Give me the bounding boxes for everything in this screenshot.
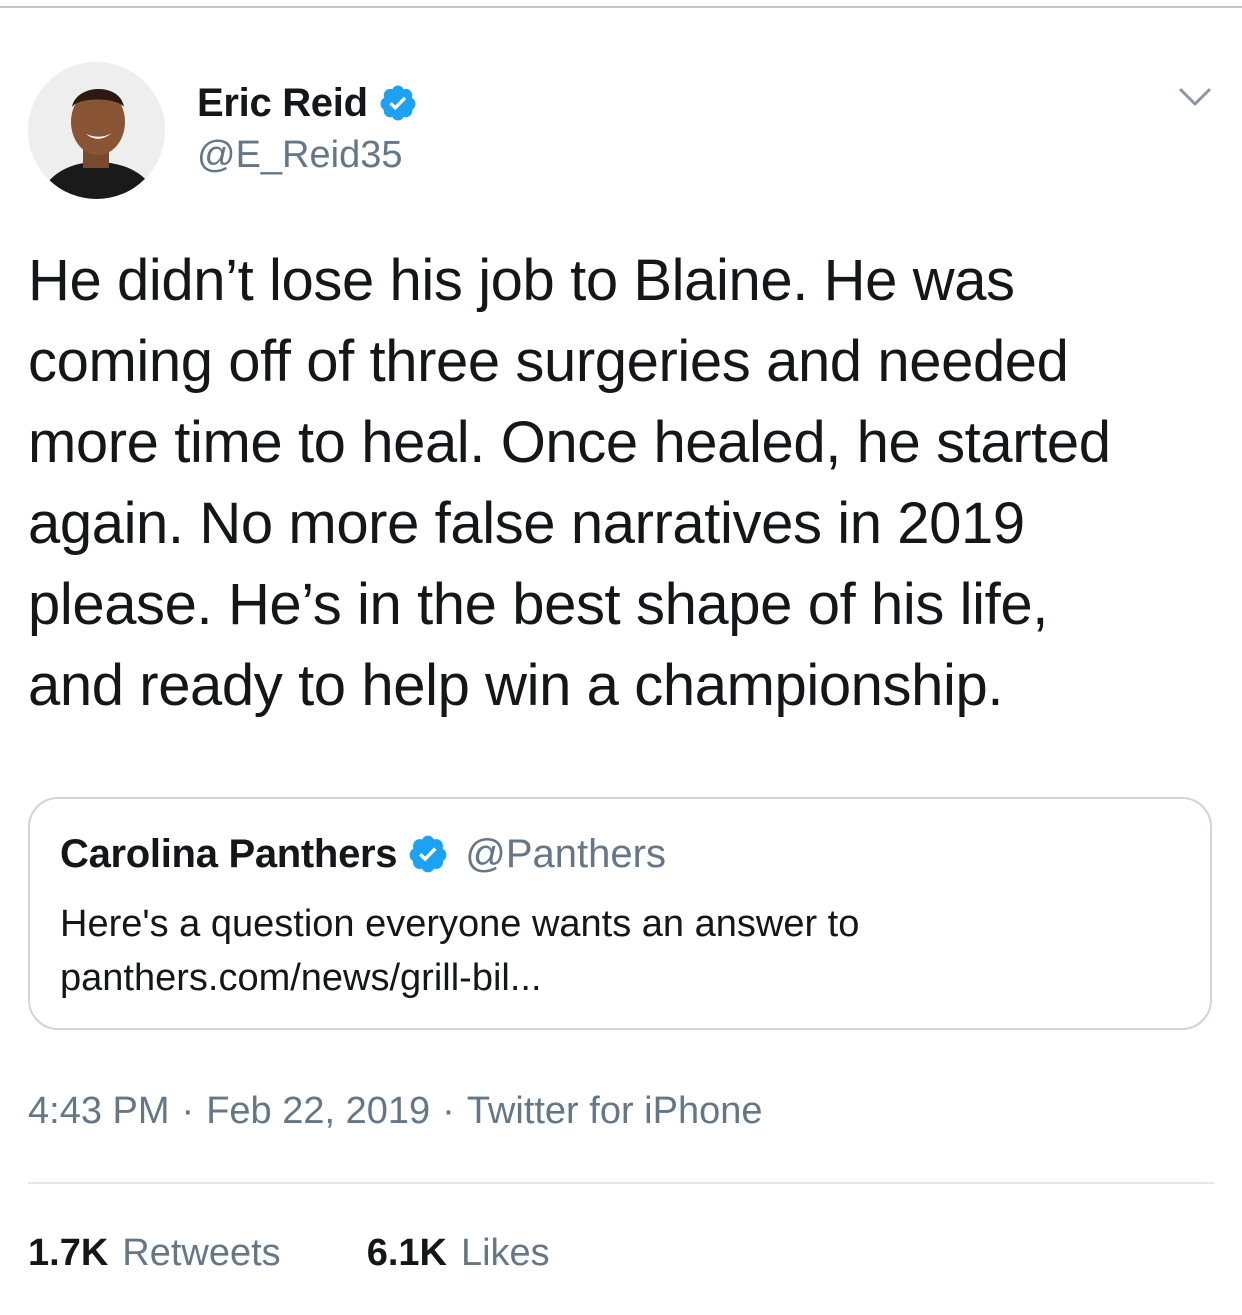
verified-badge-icon (378, 83, 418, 123)
chevron-down-icon[interactable] (1175, 82, 1215, 112)
tweet-text: He didn’t lose his job to Blaine. He was… (28, 248, 1111, 718)
avatar-photo (28, 62, 165, 199)
meta-separator: · (181, 1090, 195, 1132)
author-display-name[interactable]: Eric Reid (197, 81, 368, 126)
retweets-count: 1.7K (28, 1232, 109, 1274)
tweet-stats: 1.7K Retweets 6.1K Likes (28, 1232, 550, 1275)
retweets-label: Retweets (122, 1232, 281, 1274)
likes-label: Likes (460, 1232, 550, 1274)
likes-count: 6.1K (366, 1232, 447, 1274)
top-divider (0, 6, 1242, 8)
author-handle[interactable]: @E_Reid35 (197, 134, 418, 177)
retweets-stat[interactable]: 1.7K Retweets (28, 1232, 281, 1275)
tweet-meta: 4:43 PM · Feb 22, 2019 · Twitter for iPh… (28, 1090, 763, 1133)
tweet-time: 4:43 PM (28, 1090, 170, 1132)
quoted-tweet-header: Carolina Panthers @Panthers (60, 831, 666, 877)
avatar[interactable] (28, 62, 165, 199)
quoted-author-handle: @Panthers (465, 831, 666, 876)
quoted-tweet-text: Here's a question everyone wants an answ… (60, 897, 1180, 1005)
quoted-author-name: Carolina Panthers (60, 831, 398, 876)
tweet-author[interactable]: Eric Reid @E_Reid35 (197, 78, 418, 177)
author-name-row: Eric Reid (197, 78, 418, 128)
quoted-tweet-text-line: Here's a question everyone wants an answ… (60, 903, 860, 945)
tweet-source[interactable]: Twitter for iPhone (467, 1090, 763, 1133)
likes-stat[interactable]: 6.1K Likes (367, 1232, 550, 1275)
tweet-date[interactable]: Feb 22, 2019 (206, 1090, 430, 1133)
quoted-tweet-card[interactable]: Carolina Panthers @Panthers Here's a que… (28, 797, 1212, 1030)
verified-badge-icon (407, 833, 449, 875)
stats-divider (28, 1182, 1214, 1184)
meta-separator: · (442, 1090, 455, 1132)
quoted-tweet-link[interactable]: panthers.com/news/grill-bil... (60, 957, 542, 999)
